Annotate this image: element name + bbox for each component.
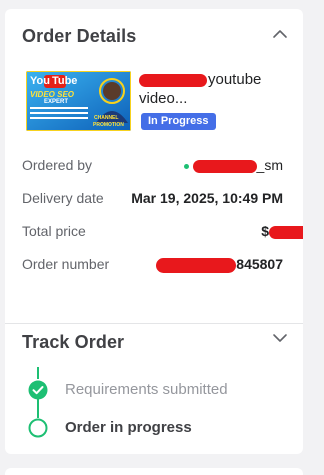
thumbnail-channel: CHANNEL	[94, 115, 119, 121]
delivery-date-value: Mar 19, 2025, 10:49 PM	[131, 190, 283, 206]
thumbnail-text-line	[30, 112, 88, 114]
thumbnail-text-line	[30, 117, 88, 119]
order-number-digits: 845807	[236, 256, 283, 272]
order-sidebar-card: Order Details YouTube VIDEO SEO EXPERT	[5, 9, 303, 454]
order-number-value: 845807	[156, 256, 283, 273]
chevron-up-icon[interactable]	[271, 25, 289, 43]
thumbnail-headline: VIDEO SEO	[30, 90, 75, 99]
order-details-title: Order Details	[22, 26, 137, 46]
section-divider	[5, 323, 303, 324]
track-order-title: Track Order	[22, 332, 125, 352]
ordered-by-label: Ordered by	[22, 157, 93, 173]
total-price-label: Total price	[22, 223, 86, 239]
online-status-dot	[183, 163, 189, 169]
gig-title-text: youtube	[208, 71, 262, 88]
buyer-username: _sm	[256, 157, 283, 173]
step-order-in-progress: Order in progress	[65, 419, 192, 436]
redacted-text	[192, 159, 257, 173]
total-price-value: $	[261, 223, 303, 239]
redacted-text	[156, 257, 237, 273]
redacted-text	[139, 73, 207, 87]
ordered-by-value[interactable]: _sm	[183, 157, 283, 173]
check-circle-icon	[28, 380, 48, 400]
step-requirements-submitted: Requirements submitted	[65, 381, 228, 398]
thumbnail-channel-2: PROMOTION	[93, 122, 124, 128]
gig-thumbnail[interactable]: You Tube VIDEO SEO EXPERT CHANNEL PROMOTI…	[26, 71, 131, 131]
redacted-text	[269, 225, 303, 239]
delivery-date-label: Delivery date	[22, 190, 104, 206]
chevron-down-icon[interactable]	[271, 329, 289, 347]
thumbnail-subheadline: EXPERT	[44, 99, 69, 105]
thumbnail-logo-tube: Tube	[51, 75, 78, 87]
order-number-label: Order number	[22, 256, 110, 272]
thumbnail-logo: You Tube	[30, 75, 77, 87]
price-currency: $	[261, 223, 269, 239]
gig-title-link[interactable]: youtube video...	[139, 70, 299, 108]
thumbnail-text-line	[30, 107, 88, 109]
empty-circle-icon	[28, 418, 48, 438]
status-badge: In Progress	[141, 113, 216, 130]
next-card	[5, 468, 303, 475]
gig-title-text-line2: video...	[139, 90, 188, 107]
thumbnail-logo-you: You	[30, 75, 50, 87]
